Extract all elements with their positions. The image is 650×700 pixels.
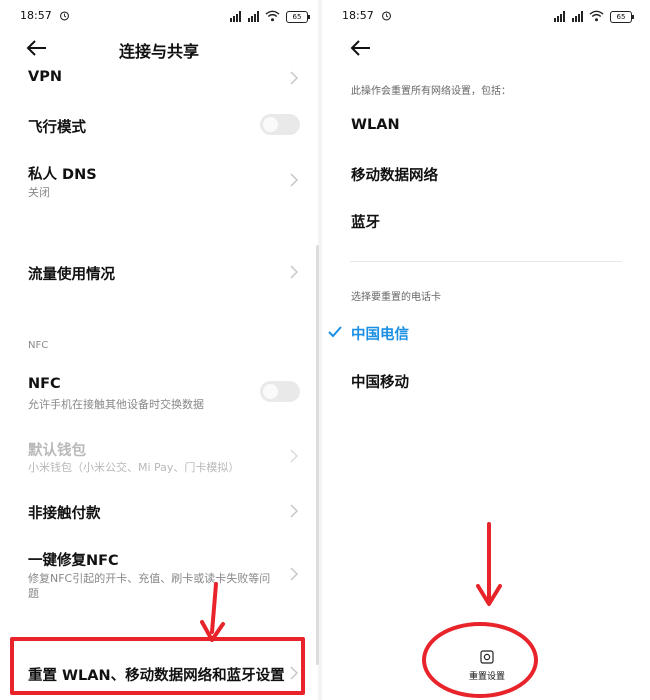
- highlight-ellipse-annotation: [422, 622, 538, 698]
- down-arrow-annotation-icon: [476, 522, 502, 606]
- signal-icon: [248, 11, 259, 22]
- chevron-right-icon: [290, 173, 299, 187]
- wifi-icon: [589, 10, 604, 22]
- item-label: VPN: [28, 69, 62, 85]
- signal-icon: [572, 11, 583, 22]
- highlight-box-annotation: [10, 637, 305, 695]
- status-time: 18:57: [20, 9, 52, 22]
- network-item-mobile-data: 移动数据网络: [351, 168, 438, 184]
- private-dns-item[interactable]: 私人 DNS 关闭: [0, 158, 318, 202]
- battery-icon: 65: [286, 11, 310, 23]
- item-label: 一键修复NFC: [28, 553, 119, 569]
- nfc-toggle[interactable]: [260, 381, 300, 402]
- reset-network-panel: 18:57 65 此操作会重置所有网络设置，包括： WLAN 移动数据网络 蓝牙…: [322, 0, 650, 700]
- signal-icon: [554, 11, 565, 22]
- sim-select-note: 选择要重置的电话卡: [351, 292, 441, 303]
- vpn-item[interactable]: VPN: [0, 62, 318, 92]
- wifi-icon: [265, 10, 280, 22]
- item-label: 飞行模式: [28, 120, 86, 136]
- chevron-right-icon: [290, 265, 299, 279]
- status-bar: 18:57 65: [322, 8, 650, 26]
- item-label: NFC: [28, 376, 61, 392]
- settings-connection-panel: 18:57 65 连接与共享 VPN 飞行模式 私人 DNS 关闭 流量使用情况…: [0, 0, 318, 700]
- battery-icon: 65: [610, 11, 634, 23]
- sim-label: 中国移动: [351, 375, 409, 391]
- alarm-icon: [382, 11, 391, 21]
- section-header: NFC: [28, 340, 49, 351]
- page-title: 连接与共享: [118, 42, 199, 61]
- nfc-item[interactable]: NFC 允许手机在接触其他设备时交换数据: [0, 370, 318, 414]
- item-label: 流量使用情况: [28, 267, 115, 283]
- airplane-mode-toggle[interactable]: [260, 114, 300, 135]
- item-sublabel: 关闭: [28, 186, 50, 199]
- item-sublabel: 小米钱包（小米公交、Mi Pay、门卡模拟）: [28, 461, 240, 474]
- sim-label: 中国电信: [351, 327, 409, 343]
- contactless-payment-item[interactable]: 非接触付款: [0, 495, 318, 525]
- back-arrow-icon[interactable]: [350, 38, 372, 58]
- chevron-right-icon: [290, 449, 299, 463]
- scrollbar[interactable]: [316, 245, 319, 665]
- alarm-icon: [60, 11, 69, 21]
- chevron-right-icon: [290, 71, 299, 85]
- sim-option-telecom[interactable]: 中国电信: [322, 318, 650, 348]
- item-label: 默认钱包: [28, 443, 86, 459]
- checkmark-icon: [328, 326, 342, 338]
- down-arrow-annotation-icon: [200, 582, 225, 642]
- item-sublabel: 修复NFC引起的开卡、充值、刷卡或读卡失败等问: [28, 572, 271, 585]
- status-bar: 18:57 65: [0, 8, 318, 26]
- item-label: 非接触付款: [28, 506, 101, 522]
- reset-description: 此操作会重置所有网络设置，包括：: [351, 86, 511, 97]
- item-sublabel: 题: [28, 587, 39, 600]
- data-usage-item[interactable]: 流量使用情况: [0, 256, 318, 286]
- chevron-right-icon: [290, 567, 299, 581]
- status-time: 18:57: [342, 9, 374, 22]
- divider-line: [350, 261, 622, 262]
- airplane-mode-item[interactable]: 飞行模式: [0, 110, 318, 140]
- default-wallet-item: 默认钱包 小米钱包（小米公交、Mi Pay、门卡模拟）: [0, 434, 318, 478]
- item-label: 私人 DNS: [28, 167, 97, 183]
- signal-icon: [230, 11, 241, 22]
- item-sublabel: 允许手机在接触其他设备时交换数据: [28, 398, 204, 411]
- nfc-repair-item[interactable]: 一键修复NFC 修复NFC引起的开卡、充值、刷卡或读卡失败等问 题: [0, 543, 318, 600]
- sim-option-mobile[interactable]: 中国移动: [322, 366, 650, 396]
- network-item-bluetooth: 蓝牙: [351, 215, 380, 231]
- network-item-wlan: WLAN: [351, 117, 400, 133]
- chevron-right-icon: [290, 504, 299, 518]
